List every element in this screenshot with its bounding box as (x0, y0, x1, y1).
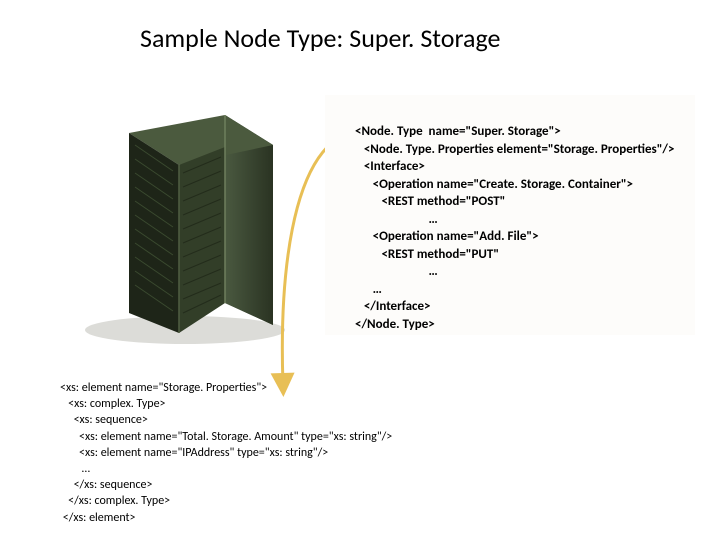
nodetype-xml-block: <Node. Type name="Super. Storage"> <Node… (325, 95, 695, 335)
schema-xml-block: <xs: element name="Storage. Properties">… (60, 380, 600, 526)
slide-title: Sample Node Type: Super. Storage (140, 22, 500, 54)
server-rack-image (75, 95, 295, 355)
